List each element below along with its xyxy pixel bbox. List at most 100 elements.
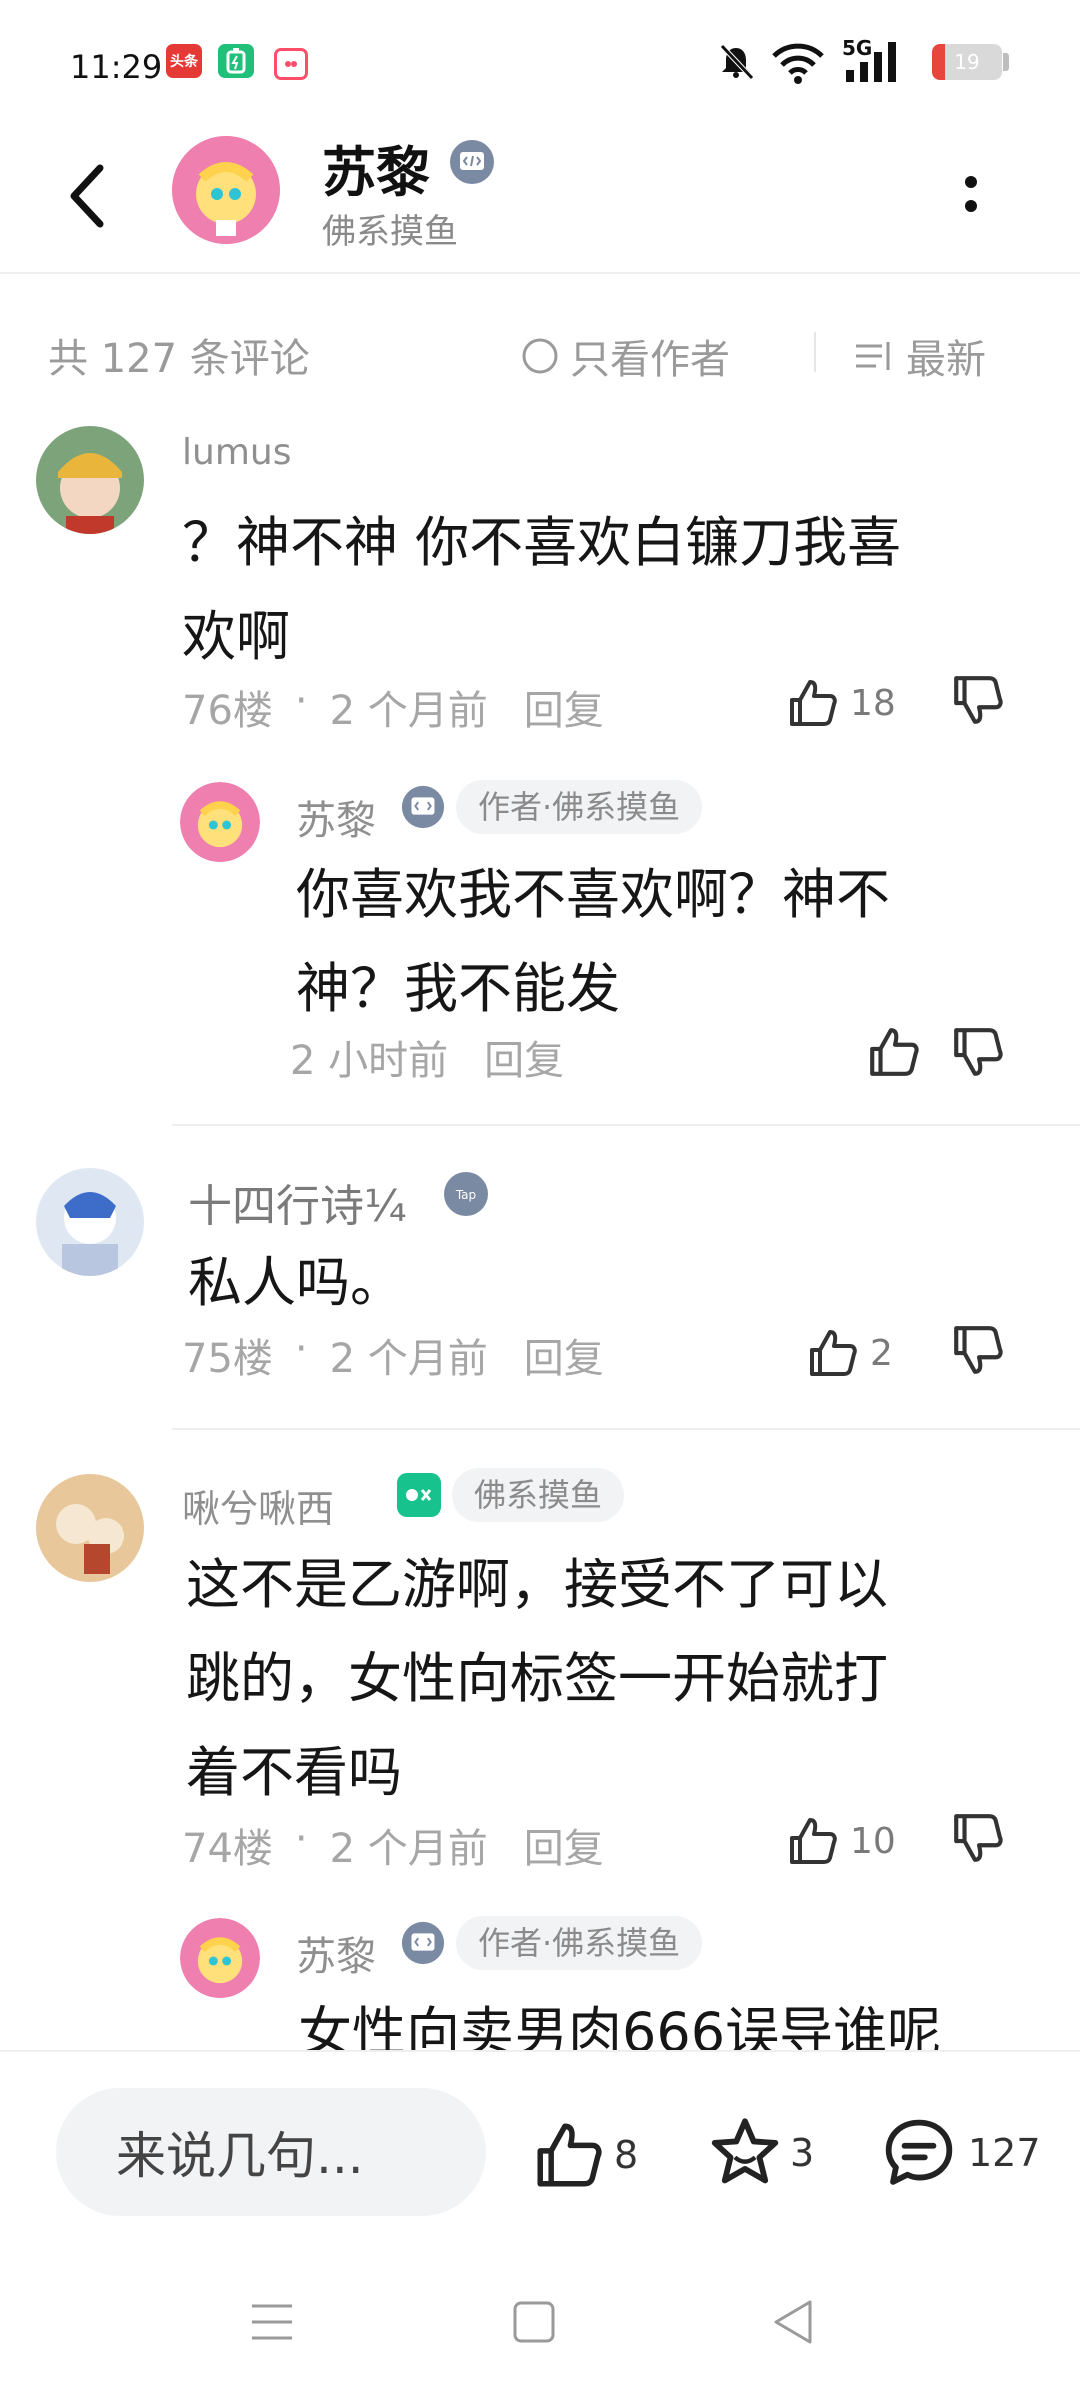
- reply-line: 神？我不能发: [296, 957, 620, 1020]
- comment-divider: [172, 1428, 1080, 1430]
- comment-nick[interactable]: 十四行诗¼: [188, 1170, 407, 1234]
- thumb-down-icon[interactable]: [950, 1322, 1006, 1378]
- thumb-up-icon: [810, 1330, 857, 1376]
- back-nav-icon[interactable]: [770, 2298, 816, 2346]
- only-author-toggle[interactable]: 只看作者: [520, 326, 730, 386]
- back-arrow-icon[interactable]: [62, 160, 112, 232]
- comment-line: ？神不神 你不喜欢白镰刀我喜: [182, 511, 902, 574]
- reply-avatar[interactable]: [180, 782, 260, 862]
- avatar[interactable]: [36, 1474, 144, 1582]
- user-badge: 佛系摸鱼: [452, 1468, 625, 1522]
- reply-meta: 2 小时前 回复: [290, 1028, 564, 1086]
- battery-app-icon: [218, 44, 254, 78]
- comment-floor: 74楼: [182, 1826, 273, 1872]
- thumb-up-icon: [790, 680, 837, 726]
- comment-floor: 76楼: [182, 688, 273, 734]
- comment-time: 2 个月前: [329, 1336, 488, 1382]
- comment-line: 着不看吗: [186, 1741, 402, 1804]
- comment-meta: 76楼 · 2 个月前 回复: [182, 678, 604, 736]
- comment-count: 127: [968, 2131, 1041, 2175]
- comment-nick[interactable]: lumus: [182, 432, 291, 473]
- reply-button[interactable]: 回复: [524, 1326, 604, 1384]
- post-like-count: 8: [614, 2133, 639, 2177]
- thumb-down-icon[interactable]: [950, 1810, 1006, 1866]
- dot-separator: ·: [294, 1816, 308, 1862]
- author-header: 苏黎 佛系摸鱼: [0, 120, 1080, 274]
- status-time: 11:29: [70, 48, 163, 86]
- author-badge: 作者·佛系摸鱼: [456, 780, 703, 834]
- radio-circle-icon: [522, 338, 558, 374]
- developer-badge-icon: [401, 785, 445, 829]
- battery-icon: 19: [932, 44, 1002, 80]
- thumb-down-icon[interactable]: [950, 672, 1006, 728]
- like-count: 10: [850, 1820, 896, 1862]
- menu-nav-icon[interactable]: [250, 2300, 294, 2344]
- only-author-label: 只看作者: [570, 337, 730, 383]
- developer-badge-icon: [401, 1921, 445, 1965]
- comment-time: 2 个月前: [329, 1826, 488, 1872]
- comment-text: ？神不神 你不喜欢白镰刀我喜 欢啊: [182, 496, 1032, 684]
- meta-divider: [814, 332, 816, 372]
- star-icon: [711, 2118, 779, 2184]
- comment-nick[interactable]: 啾兮啾西: [182, 1478, 334, 1533]
- signal-icon: [846, 42, 896, 82]
- sort-button[interactable]: 最新: [852, 326, 986, 386]
- reply-button[interactable]: 回复: [524, 678, 604, 736]
- thumb-up-icon[interactable]: [866, 1024, 922, 1080]
- reply-nick[interactable]: 苏黎: [296, 788, 376, 846]
- thumb-down-icon[interactable]: [950, 1024, 1006, 1080]
- comment-total: 共 127 条评论: [48, 336, 310, 382]
- thumb-up-icon: [537, 2123, 602, 2187]
- dot-separator: ·: [294, 1326, 308, 1372]
- comment-meta: 75楼 · 2 个月前 回复: [182, 1326, 604, 1384]
- home-nav-icon[interactable]: [512, 2300, 556, 2344]
- author-avatar[interactable]: [172, 136, 280, 244]
- reply-nick[interactable]: 苏黎: [296, 1924, 376, 1982]
- comment-line: 欢啊: [182, 605, 290, 668]
- mute-bell-icon: [720, 44, 754, 80]
- comment-line: 跳的，女性向标签一开始就打: [186, 1647, 888, 1710]
- toutiao-icon-label: 头条: [170, 54, 198, 70]
- thumb-up-icon: [790, 1818, 837, 1864]
- post-like-button[interactable]: 8: [532, 2118, 638, 2192]
- chat-bubble-icon: [885, 2119, 953, 2185]
- svg-text:Tap: Tap: [455, 1188, 476, 1202]
- toutiao-icon: 头条: [166, 44, 202, 78]
- like-button[interactable]: 2: [806, 1326, 893, 1380]
- battery-tip: [1003, 53, 1009, 71]
- favorite-count: 3: [790, 2131, 815, 2175]
- author-tag: 佛系摸鱼: [322, 212, 458, 252]
- more-vertical-icon[interactable]: [956, 164, 986, 224]
- battery-level: 19: [954, 50, 980, 74]
- video-app-icon: [274, 48, 308, 80]
- author-badge: 作者·佛系摸鱼: [456, 1916, 703, 1970]
- sort-list-icon: [856, 342, 890, 370]
- reply-button[interactable]: 回复: [524, 1816, 604, 1874]
- reply-text: 你喜欢我不喜欢啊？神不 神？我不能发: [296, 848, 1016, 1036]
- status-bar: 11:29 头条 5G 19: [0, 0, 1080, 120]
- comment-text: 这不是乙游啊，接受不了可以 跳的，女性向标签一开始就打 着不看吗: [186, 1538, 1046, 1820]
- avatar[interactable]: [36, 426, 144, 534]
- comment-text: 私人吗。: [188, 1251, 404, 1314]
- sort-label: 最新: [906, 337, 986, 383]
- game-badge-icon: [397, 1473, 441, 1517]
- like-count: 2: [870, 1332, 893, 1374]
- tap-badge-icon: Tap: [444, 1172, 488, 1216]
- avatar[interactable]: [36, 1168, 144, 1276]
- like-button[interactable]: 10: [786, 1814, 896, 1868]
- reply-avatar[interactable]: [180, 1918, 260, 1998]
- comment-line: 这不是乙游啊，接受不了可以: [186, 1553, 888, 1616]
- dot-separator: ·: [294, 678, 308, 724]
- author-name[interactable]: 苏黎: [322, 128, 430, 207]
- like-button[interactable]: 18: [786, 676, 896, 730]
- developer-badge-icon: [450, 140, 494, 184]
- like-count: 18: [850, 682, 896, 724]
- comment-floor: 75楼: [182, 1336, 273, 1382]
- favorite-button[interactable]: 3: [706, 2114, 814, 2192]
- comment-input[interactable]: 来说几句...: [56, 2088, 486, 2216]
- reply-time: 2 小时前: [290, 1038, 449, 1084]
- reply-line: 你喜欢我不喜欢啊？神不: [296, 863, 890, 926]
- system-nav-bar: [0, 2240, 1080, 2400]
- reply-button[interactable]: 回复: [484, 1028, 564, 1086]
- comment-count-button[interactable]: 127: [880, 2114, 1041, 2192]
